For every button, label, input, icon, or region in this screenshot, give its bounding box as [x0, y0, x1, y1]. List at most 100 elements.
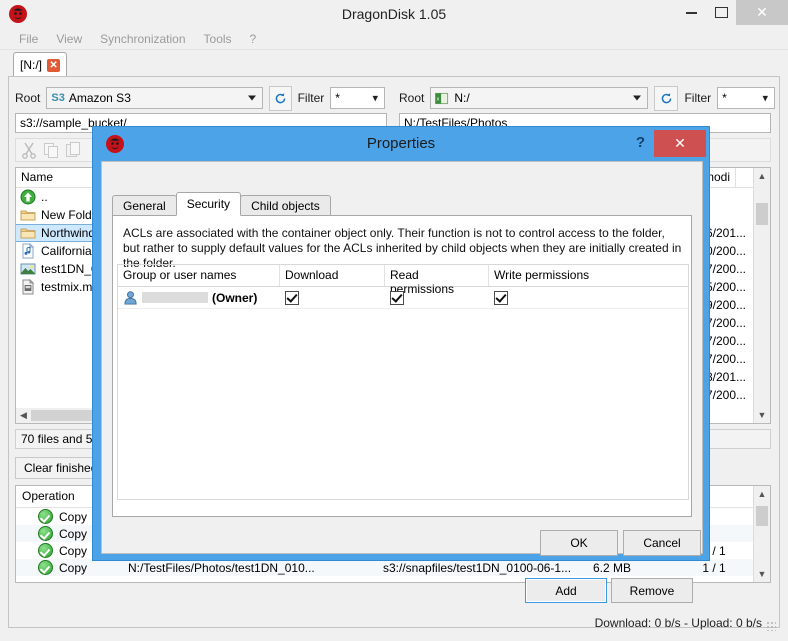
window-controls: ✕: [676, 0, 788, 25]
column-group-or-user-names[interactable]: Group or user names: [118, 265, 280, 286]
column-read-permissions[interactable]: Read permissions: [385, 265, 489, 296]
close-button[interactable]: ✕: [736, 0, 788, 25]
audio-file-icon: [22, 243, 35, 259]
menu-view[interactable]: View: [47, 30, 91, 48]
paste-icon[interactable]: [64, 141, 82, 159]
left-root-row: Root S3 Amazon S3 Filter * ▾: [15, 85, 385, 111]
scroll-left-icon[interactable]: ◀: [16, 410, 31, 421]
tab-security[interactable]: Security: [175, 192, 242, 216]
tab-n-drive[interactable]: [N:/] ✕: [13, 52, 68, 77]
dialog-body: General Security Child objects ACLs are …: [101, 161, 703, 603]
minimize-button[interactable]: [676, 0, 706, 25]
application-window: DragonDisk 1.05 ✕ File View Synchronizat…: [0, 0, 788, 641]
menu-file[interactable]: File: [10, 30, 47, 48]
copy-icon[interactable]: [42, 141, 60, 159]
cancel-button[interactable]: Cancel: [623, 530, 701, 556]
right-root-row: Root x N:/ Filter * ▾: [399, 85, 775, 111]
s3-badge-icon: S3: [51, 92, 65, 104]
scroll-down-icon[interactable]: ▼: [754, 566, 770, 582]
left-filter-label: Filter: [297, 91, 325, 105]
date-modified-value: 9/200...: [705, 298, 746, 312]
acl-row[interactable]: (Owner): [118, 287, 688, 309]
success-check-icon: [38, 509, 53, 524]
success-check-icon: [38, 543, 53, 558]
transfer-rate-text: Download: 0 b/s - Upload: 0 b/s: [594, 616, 762, 630]
left-refresh-button[interactable]: [268, 85, 292, 111]
left-root-combo[interactable]: S3 Amazon S3: [46, 87, 263, 109]
column-download[interactable]: Download: [280, 265, 385, 286]
drive-icon: x: [435, 92, 449, 104]
operation-label: Copy: [59, 543, 88, 558]
menu-synchronization[interactable]: Synchronization: [91, 30, 194, 48]
dialog-close-button[interactable]: ✕: [654, 130, 706, 157]
scroll-down-icon[interactable]: ▼: [754, 407, 770, 423]
right-filter-value: *: [722, 91, 727, 105]
right-filter-label: Filter: [684, 91, 712, 105]
remove-button[interactable]: Remove: [611, 578, 693, 603]
date-modified-value: 8/201...: [705, 370, 746, 384]
tab-general[interactable]: General: [112, 195, 177, 216]
list-item-label: California: [41, 244, 92, 258]
tabstrip: [N:/] ✕: [8, 52, 780, 77]
refresh-icon: [661, 92, 672, 103]
menu-tools[interactable]: Tools: [195, 30, 241, 48]
download-checkbox[interactable]: [285, 290, 299, 305]
window-title: DragonDisk 1.05: [341, 6, 447, 22]
date-modified-value: 7/200...: [705, 334, 746, 348]
size-cell: 6.2 MB: [593, 560, 632, 575]
date-modified-value: 7/200...: [705, 388, 746, 402]
tab-close-icon[interactable]: ✕: [47, 58, 61, 72]
vscroll-thumb[interactable]: [756, 506, 768, 526]
resize-grip-icon[interactable]: [766, 621, 776, 631]
tab-child-objects-label: Child objects: [251, 198, 320, 213]
success-check-icon: [38, 560, 53, 575]
svg-text:x: x: [437, 96, 440, 102]
operation-label: Copy: [59, 526, 88, 541]
scroll-up-icon[interactable]: ▲: [754, 486, 770, 502]
chevron-down-icon: [247, 95, 256, 101]
left-root-value: Amazon S3: [68, 91, 131, 105]
properties-dialog: Properties ? ✕ General Security Child ob…: [92, 126, 710, 603]
write-permissions-checkbox[interactable]: [494, 290, 508, 305]
status-bar: Download: 0 b/s - Upload: 0 b/s: [8, 612, 780, 634]
tab-child-objects[interactable]: Child objects: [240, 195, 331, 216]
vscroll-thumb[interactable]: [756, 203, 768, 225]
scroll-up-icon[interactable]: ▲: [754, 168, 770, 184]
ok-label: OK: [570, 536, 588, 550]
folder-icon: [20, 228, 36, 239]
cut-icon[interactable]: [20, 141, 38, 159]
ok-button[interactable]: OK: [540, 530, 618, 556]
read-permissions-checkbox[interactable]: [390, 290, 404, 305]
date-modified-value: 6/201...: [705, 226, 746, 240]
help-icon[interactable]: ?: [636, 134, 645, 151]
menu-help[interactable]: ?: [241, 30, 266, 48]
table-row[interactable]: Copy N:/TestFiles/Photos/test1DN_010... s3…: [16, 559, 770, 576]
acl-empty-area[interactable]: [118, 309, 688, 499]
right-vscrollbar[interactable]: ▲ ▼: [753, 168, 770, 423]
operation-cell: Copy: [16, 560, 122, 575]
destination-cell: s3://snapfiles/test1DN_0100-06-1...: [383, 560, 572, 575]
column-write-permissions[interactable]: Write permissions: [489, 265, 609, 286]
right-filter-combo[interactable]: * ▾: [717, 87, 775, 109]
window-titlebar: DragonDisk 1.05 ✕: [0, 0, 788, 28]
list-item-label: Northwind: [41, 226, 96, 240]
add-button[interactable]: Add: [525, 578, 607, 603]
list-item-label: test1DN_0: [41, 262, 98, 276]
operation-label: Copy: [59, 560, 88, 575]
date-modified-value: 0/200...: [705, 244, 746, 258]
right-refresh-button[interactable]: [654, 85, 679, 111]
up-arrow-icon: [20, 189, 36, 205]
acl-table[interactable]: Group or user names Download Read permis…: [117, 264, 689, 500]
left-filter-value: *: [335, 91, 340, 105]
chevron-down-icon: ▾: [762, 92, 768, 105]
person-icon: [124, 291, 137, 305]
operations-vscrollbar[interactable]: ▲ ▼: [753, 486, 770, 582]
tab-security-label: Security: [186, 197, 231, 211]
chevron-down-icon: [633, 95, 642, 101]
dialog-titlebar: Properties ? ✕: [93, 127, 709, 161]
acl-table-header: Group or user names Download Read permis…: [118, 265, 688, 296]
maximize-button[interactable]: [706, 0, 736, 25]
right-root-combo[interactable]: x N:/: [430, 87, 649, 109]
left-filter-combo[interactable]: * ▾: [330, 87, 385, 109]
tab-label: [N:/]: [20, 58, 43, 72]
